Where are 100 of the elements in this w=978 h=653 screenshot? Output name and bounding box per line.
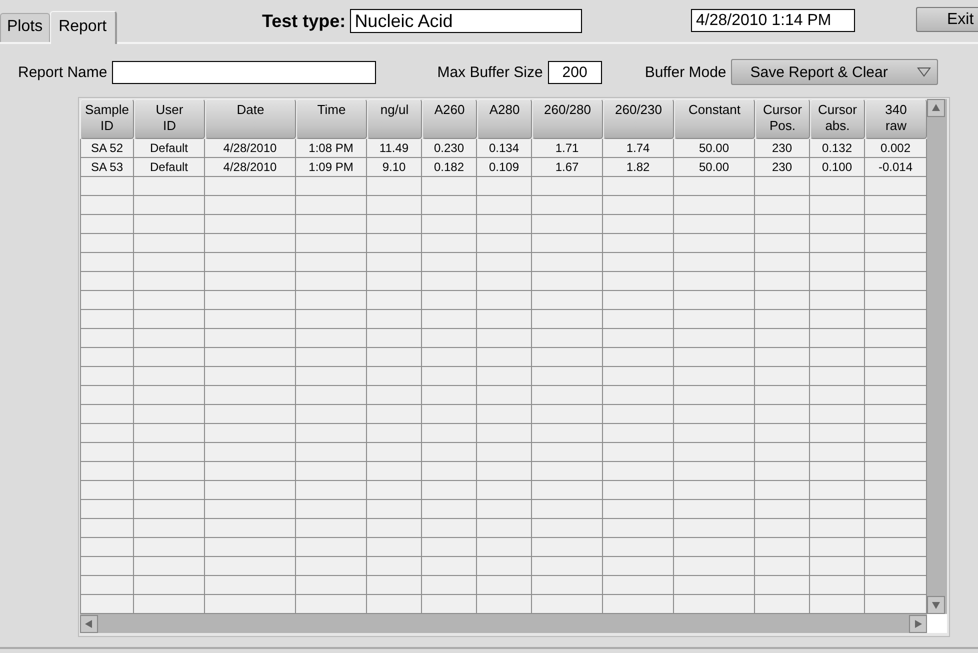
scroll-left-button[interactable] bbox=[80, 614, 98, 632]
buffer-mode-dropdown[interactable]: Save Report & Clear bbox=[731, 59, 938, 85]
table-cell bbox=[810, 272, 865, 291]
table-cell bbox=[810, 405, 865, 424]
table-cell bbox=[755, 557, 810, 576]
horizontal-scrollbar[interactable] bbox=[80, 614, 927, 633]
table-cell: 50.00 bbox=[674, 139, 755, 158]
table-cell bbox=[296, 272, 367, 291]
column-header[interactable]: 340 raw bbox=[865, 99, 927, 139]
vertical-scrollbar[interactable] bbox=[927, 99, 947, 614]
table-cell bbox=[532, 215, 603, 234]
column-header[interactable]: Sample ID bbox=[80, 99, 134, 139]
table-cell bbox=[134, 215, 205, 234]
table-cell bbox=[296, 424, 367, 443]
table-cell bbox=[755, 196, 810, 215]
table-cell bbox=[367, 310, 422, 329]
report-name-label: Report Name bbox=[18, 64, 108, 80]
column-header[interactable]: A280 bbox=[477, 99, 532, 139]
table-cell bbox=[865, 405, 927, 424]
table-cell bbox=[422, 196, 477, 215]
column-header[interactable]: Constant bbox=[674, 99, 755, 139]
table-cell bbox=[603, 386, 674, 405]
column-header[interactable]: User ID bbox=[134, 99, 205, 139]
column-header[interactable]: 260/280 bbox=[532, 99, 603, 139]
table-cell bbox=[296, 595, 367, 614]
table-cell bbox=[865, 234, 927, 253]
table-cell bbox=[477, 462, 532, 481]
table-cell bbox=[810, 291, 865, 310]
column-header[interactable]: ng/ul bbox=[367, 99, 422, 139]
table-cell bbox=[367, 462, 422, 481]
table-cell bbox=[367, 215, 422, 234]
table-cell bbox=[134, 481, 205, 500]
table-cell bbox=[422, 538, 477, 557]
scroll-right-button[interactable] bbox=[909, 614, 927, 632]
scroll-up-button[interactable] bbox=[927, 99, 945, 117]
table-cell bbox=[296, 215, 367, 234]
table-cell bbox=[477, 405, 532, 424]
table-cell: 4/28/2010 bbox=[205, 139, 296, 158]
test-type-field: Nucleic Acid bbox=[350, 9, 582, 33]
table-cell bbox=[810, 348, 865, 367]
table-cell bbox=[477, 215, 532, 234]
table-cell bbox=[367, 386, 422, 405]
tab[interactable]: Report bbox=[50, 11, 117, 44]
table-cell bbox=[422, 500, 477, 519]
table-cell bbox=[532, 595, 603, 614]
table-cell bbox=[810, 462, 865, 481]
column-header[interactable]: A260 bbox=[422, 99, 477, 139]
table-cell bbox=[367, 367, 422, 386]
table-cell bbox=[367, 443, 422, 462]
table-cell bbox=[422, 272, 477, 291]
table-cell bbox=[810, 576, 865, 595]
table-cell bbox=[367, 348, 422, 367]
exit-button[interactable]: Exit bbox=[916, 7, 978, 32]
table-cell bbox=[865, 519, 927, 538]
table-cell bbox=[477, 538, 532, 557]
table-cell bbox=[532, 405, 603, 424]
table-cell bbox=[134, 367, 205, 386]
table-cell bbox=[296, 500, 367, 519]
table-cell bbox=[367, 424, 422, 443]
table-cell bbox=[810, 481, 865, 500]
table-cell bbox=[134, 443, 205, 462]
column-header[interactable]: 260/230 bbox=[603, 99, 674, 139]
table-cell bbox=[810, 557, 865, 576]
table-cell bbox=[296, 329, 367, 348]
table-cell bbox=[810, 500, 865, 519]
table-cell bbox=[134, 462, 205, 481]
table-cell bbox=[296, 177, 367, 196]
table-cell: 0.002 bbox=[865, 139, 927, 158]
column-header[interactable]: Time bbox=[296, 99, 367, 139]
table-cell bbox=[367, 481, 422, 500]
max-buffer-size-field[interactable]: 200 bbox=[548, 60, 602, 84]
column-header[interactable]: Date bbox=[205, 99, 296, 139]
table-cell bbox=[422, 329, 477, 348]
table-cell bbox=[134, 310, 205, 329]
table-cell bbox=[532, 519, 603, 538]
table-cell: 230 bbox=[755, 139, 810, 158]
table-cell bbox=[532, 538, 603, 557]
table-cell bbox=[477, 443, 532, 462]
table-cell bbox=[810, 443, 865, 462]
report-name-field[interactable] bbox=[112, 60, 376, 84]
table-cell bbox=[367, 576, 422, 595]
table-cell bbox=[755, 272, 810, 291]
table-cell bbox=[477, 367, 532, 386]
table-cell bbox=[603, 177, 674, 196]
table-cell bbox=[134, 291, 205, 310]
scrollbar-corner bbox=[927, 614, 947, 633]
column-header[interactable]: Cursor abs. bbox=[810, 99, 865, 139]
tab[interactable]: Plots bbox=[0, 13, 50, 42]
table-cell: SA 52 bbox=[80, 139, 134, 158]
table-cell bbox=[477, 386, 532, 405]
table-cell bbox=[367, 595, 422, 614]
table-cell bbox=[532, 443, 603, 462]
table-cell bbox=[477, 272, 532, 291]
scroll-down-button[interactable] bbox=[927, 596, 945, 614]
table-cell bbox=[865, 481, 927, 500]
table-cell bbox=[477, 557, 532, 576]
table-cell bbox=[865, 557, 927, 576]
table-cell bbox=[532, 386, 603, 405]
table-cell bbox=[603, 500, 674, 519]
column-header[interactable]: Cursor Pos. bbox=[755, 99, 810, 139]
